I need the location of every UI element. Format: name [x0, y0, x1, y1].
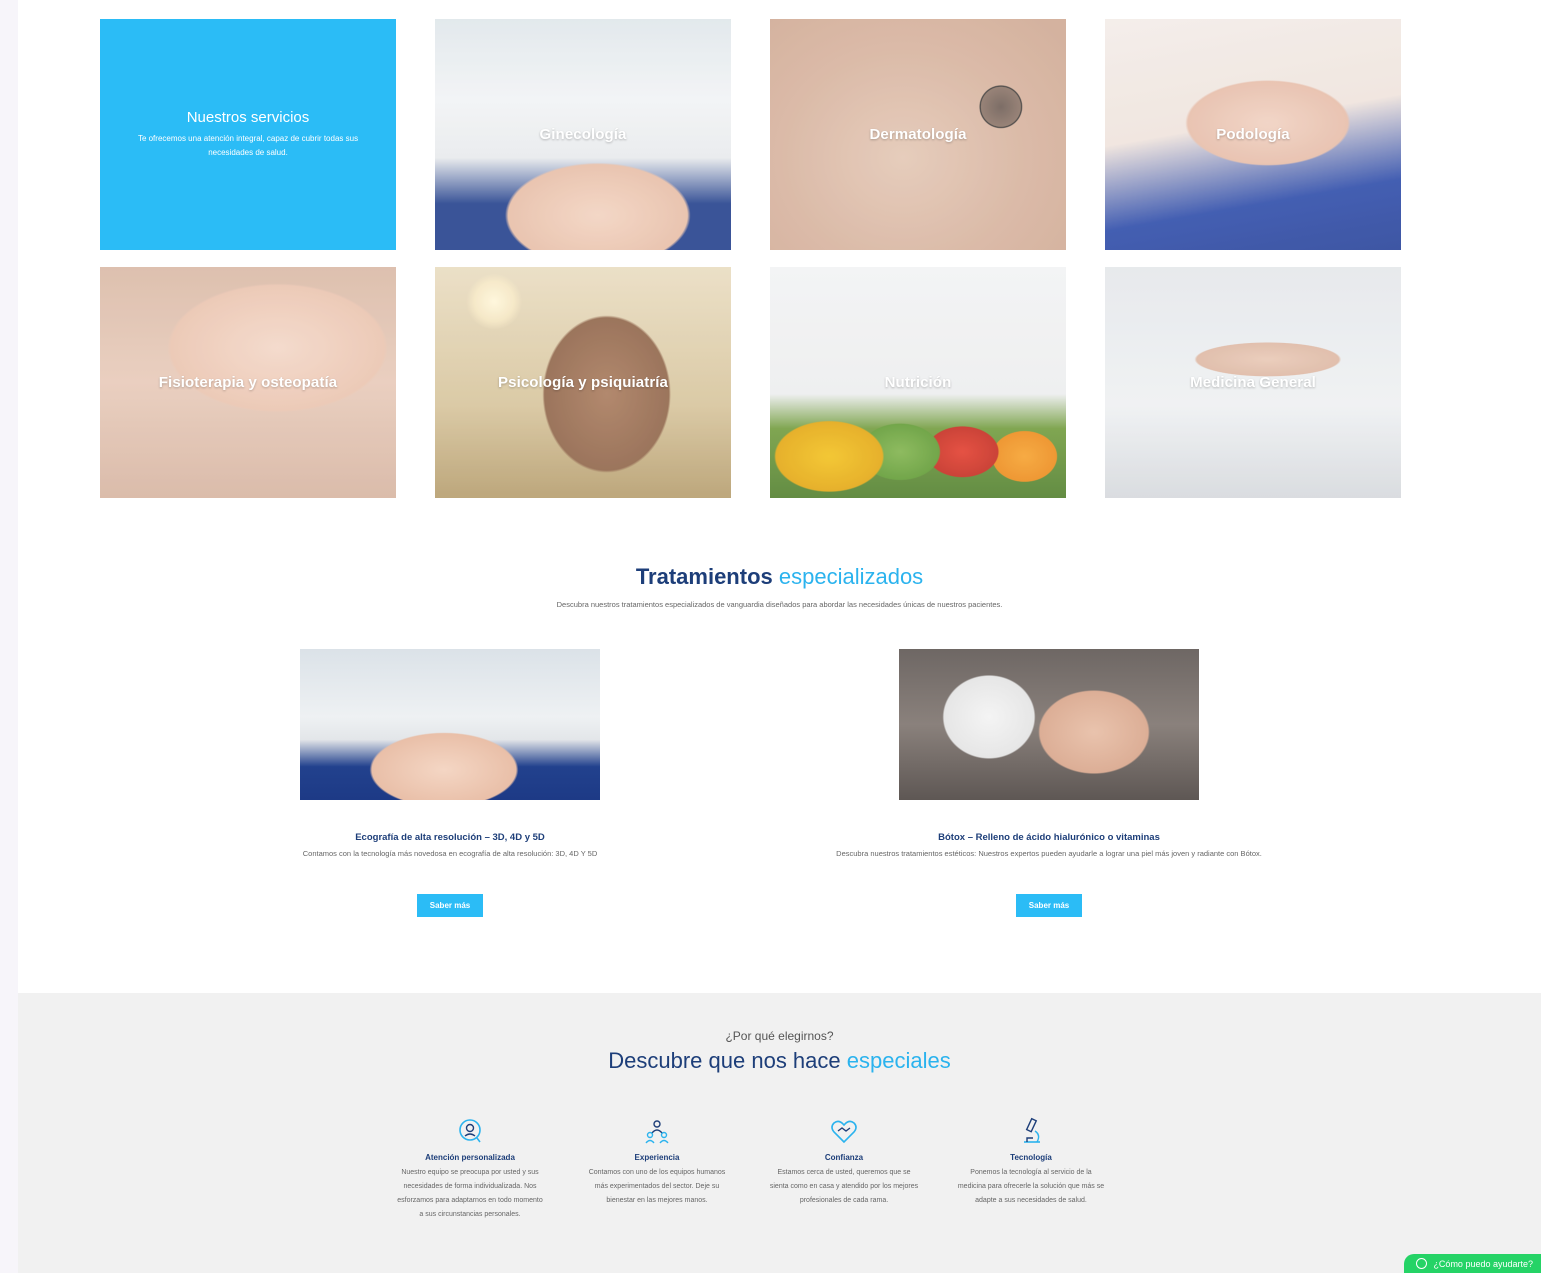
service-tile-fisioterapia[interactable]: Fisioterapia y osteopatía [100, 267, 396, 498]
feature-description: Estamos cerca de usted, queremos que se … [769, 1169, 919, 1204]
services-intro-tile: Nuestros servicios Te ofrecemos una aten… [100, 19, 396, 250]
treatments-title: Tratamientos especializados [18, 564, 1541, 590]
microscope-icon [1014, 1115, 1048, 1147]
whatsapp-help-button[interactable]: ¿Cómo puedo ayudarte? [1404, 1254, 1541, 1273]
service-tile-label: Podología [1216, 126, 1290, 143]
feature-title: Confianza [824, 1153, 864, 1162]
heart-handshake-icon [827, 1115, 861, 1147]
why-choose-us-section: ¿Por qué elegirnos? Descubre que nos hac… [18, 993, 1541, 1273]
services-intro-text: Te ofrecemos una atención integral, capa… [137, 133, 359, 157]
feature-atencion: Atención personalizada Nuestro equipo se… [395, 1115, 545, 1222]
treatments-title-accent: especializados [778, 564, 924, 589]
treatment-image [899, 649, 1199, 800]
treatment-card-botox: Bótox – Relleno de ácido hialurónico o v… [769, 649, 1329, 918]
why-title: Descubre que nos hace especiales [18, 1048, 1541, 1074]
whatsapp-icon [1416, 1258, 1428, 1269]
service-tile-label: Psicología y psiquiatría [498, 374, 668, 391]
feature-title: Atención personalizada [425, 1153, 515, 1162]
headset-icon [453, 1115, 487, 1147]
saber-mas-button[interactable]: Saber más [416, 894, 484, 918]
why-title-accent: especiales [846, 1048, 951, 1073]
feature-description: Nuestro equipo se preocupa por usted y s… [397, 1169, 543, 1218]
treatments-subtitle: Descubra nuestros tratamientos especiali… [556, 600, 1003, 609]
service-tile-label: Ginecología [539, 126, 627, 143]
services-intro-title: Nuestros servicios [186, 108, 310, 126]
feature-tecnologia: Tecnología Ponemos la tecnología al serv… [956, 1115, 1106, 1208]
service-tile-nutricion[interactable]: Nutrición [770, 267, 1066, 498]
treatment-description: Contamos con la tecnología más novedosa … [302, 849, 598, 858]
treatments-title-main: Tratamientos [635, 564, 773, 589]
feature-description: Contamos con uno de los equipos humanos … [588, 1169, 726, 1204]
treatment-title: Bótox – Relleno de ácido hialurónico o v… [938, 832, 1160, 843]
treatment-image [300, 649, 600, 800]
team-icon [640, 1115, 674, 1147]
treatment-description: Descubra nuestros tratamientos estéticos… [836, 849, 1262, 858]
service-tile-ginecologia[interactable]: Ginecología [435, 19, 731, 250]
service-tile-podologia[interactable]: Podología [1105, 19, 1401, 250]
why-kicker: ¿Por qué elegirnos? [725, 1029, 834, 1043]
service-tile-label: Medicina General [1190, 374, 1316, 391]
why-title-main: Descubre que nos hace [608, 1048, 841, 1073]
service-tile-label: Dermatología [869, 126, 967, 143]
page: Nuestros servicios Te ofrecemos una aten… [18, 0, 1541, 1273]
service-tile-medicina-general[interactable]: Medicina General [1105, 267, 1401, 498]
feature-confianza: Confianza Estamos cerca de usted, querem… [769, 1115, 919, 1208]
feature-title: Experiencia [634, 1153, 680, 1162]
service-tile-label: Fisioterapia y osteopatía [158, 374, 338, 391]
treatment-title: Ecografía de alta resolución – 3D, 4D y … [355, 832, 545, 843]
feature-title: Tecnología [1010, 1153, 1052, 1162]
service-tile-psicologia[interactable]: Psicología y psiquiatría [435, 267, 731, 498]
service-tile-dermatologia[interactable]: Dermatología [770, 19, 1066, 250]
treatment-card-ecografia: Ecografía de alta resolución – 3D, 4D y … [170, 649, 730, 918]
feature-description: Ponemos la tecnología al servicio de la … [957, 1169, 1105, 1204]
service-tile-label: Nutrición [884, 374, 952, 391]
whatsapp-label: ¿Cómo puedo ayudarte? [1433, 1258, 1533, 1269]
saber-mas-button[interactable]: Saber más [1015, 894, 1083, 918]
services-grid: Nuestros servicios Te ofrecemos una aten… [100, 19, 1401, 498]
feature-experiencia: Experiencia Contamos con uno de los equi… [582, 1115, 732, 1208]
